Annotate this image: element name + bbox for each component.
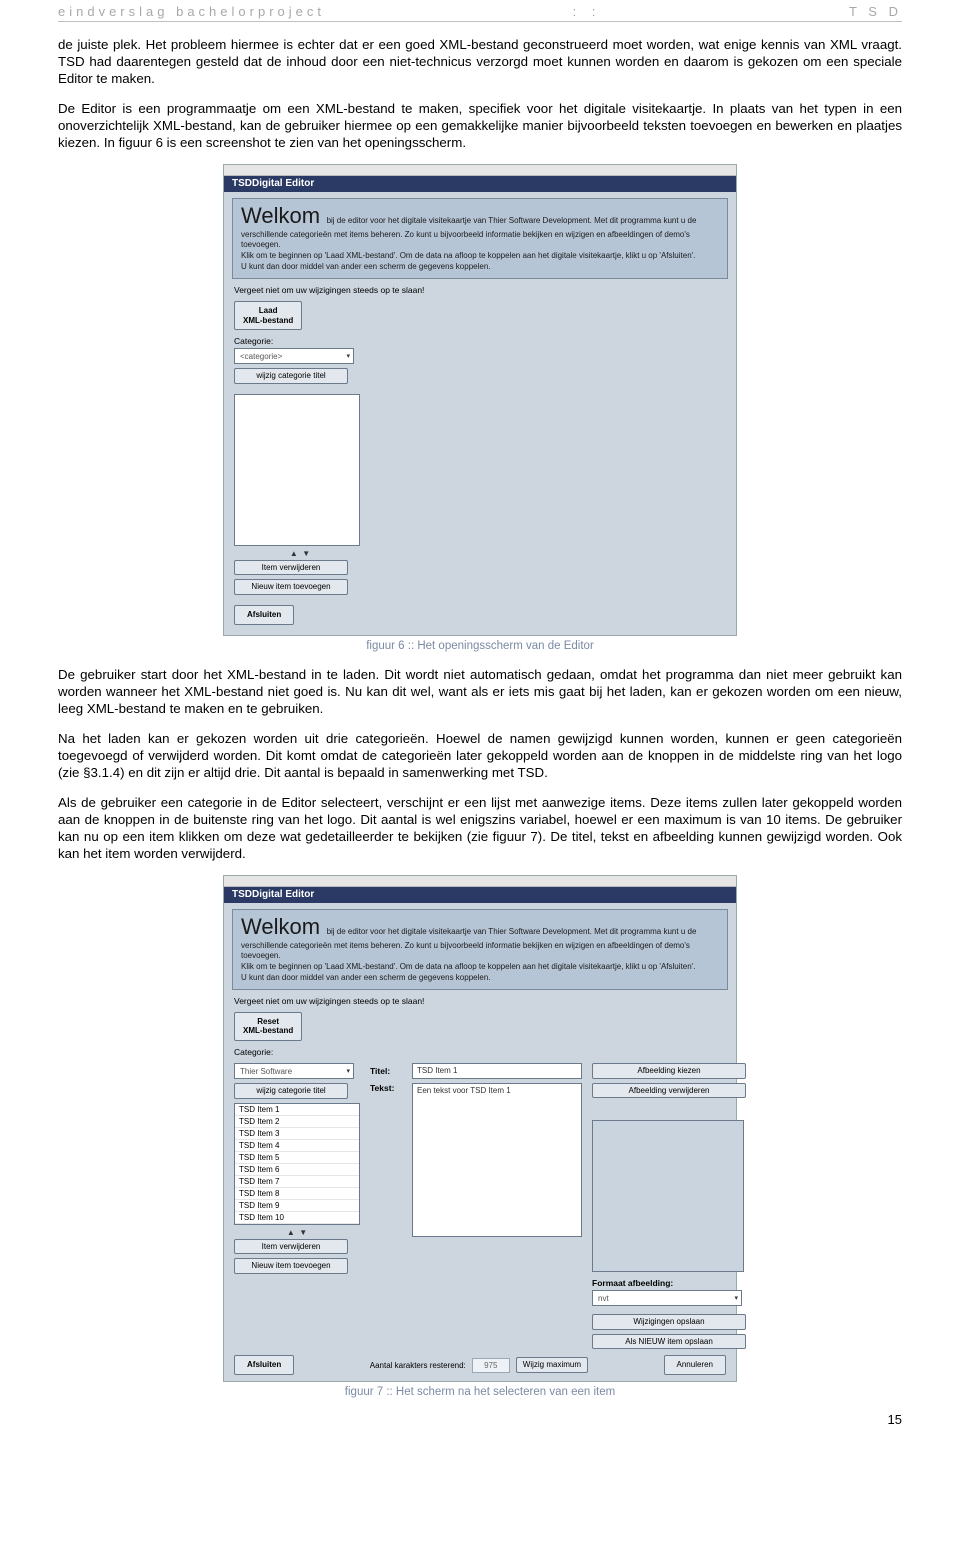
paragraph-2: De Editor is een programmaatje om een XM… [58,100,902,151]
shot2-category-label: Categorie: [234,1047,726,1057]
combo-value: <categorie> [240,352,282,361]
shot1-wijzig-categorie-button[interactable]: wijzig categorie titel [234,368,348,384]
shot1-afsluiten-button[interactable]: Afsluiten [234,605,294,625]
header-left: eindverslag bachelorproject [58,4,325,19]
als-nieuw-opslaan-button[interactable]: Als NIEUW item opslaan [592,1334,746,1350]
paragraph-1: de juiste plek. Het probleem hiermee is … [58,36,902,87]
chevron-down-icon: ▾ [346,1067,350,1075]
shot2-item-verwijderen-button[interactable]: Item verwijderen [234,1239,348,1255]
shot2-app-titlebar: TSDDigital Editor [224,887,736,903]
shot1-category-label: Categorie: [234,336,726,346]
karakters-label: Aantal karakters resterend: [370,1361,466,1370]
welkom-line4: U kunt dan door middel van ander een sch… [241,262,719,272]
figure-7-caption: figuur 7 :: Het scherm na het selecteren… [58,1386,902,1398]
annuleren-button[interactable]: Annuleren [664,1355,726,1375]
reset-xml-button[interactable]: Reset XML-bestand [234,1012,302,1041]
header-right: T S D [849,4,902,19]
formaat-combo[interactable]: nvt ▾ [592,1290,742,1306]
wijzigingen-opslaan-button[interactable]: Wijzigingen opslaan [592,1314,746,1330]
afbeelding-preview [592,1120,744,1272]
welkom-line3: Klik om te beginnen op 'Laad XML-bestand… [241,251,719,261]
list-item[interactable]: TSD Item 7 [235,1176,359,1188]
list-item[interactable]: TSD Item 5 [235,1152,359,1164]
welkom-line3: Klik om te beginnen op 'Laad XML-bestand… [241,962,719,972]
afbeelding-verwijderen-button[interactable]: Afbeelding verwijderen [592,1083,746,1099]
figure-6-caption: figuur 6 :: Het openingsscherm van de Ed… [58,640,902,652]
shot1-tip-text: Vergeet niet om uw wijzigingen steeds op… [234,285,726,295]
afbeelding-kiezen-button[interactable]: Afbeelding kiezen [592,1063,746,1079]
shot1-system-menubar [224,165,736,176]
chevron-down-icon: ▾ [346,352,350,360]
list-item[interactable]: TSD Item 4 [235,1140,359,1152]
shot2-wijzig-categorie-button[interactable]: wijzig categorie titel [234,1083,348,1099]
welkom-heading: Welkom [241,203,320,228]
reset-line1: Reset [257,1017,279,1026]
list-item[interactable]: TSD Item 3 [235,1128,359,1140]
combo-value: Thier Software [240,1067,292,1076]
paragraph-5: Als de gebruiker een categorie in de Edi… [58,794,902,862]
list-item[interactable]: TSD Item 1 [235,1104,359,1116]
combo-value: nvt [598,1294,609,1303]
shot1-category-combo[interactable]: <categorie> ▾ [234,348,354,364]
welkom-subline: bij de editor voor het digitale visiteka… [327,927,697,936]
paragraph-4: Na het laden kan er gekozen worden uit d… [58,730,902,781]
shot2-afsluiten-button[interactable]: Afsluiten [234,1355,294,1375]
titel-label: Titel: [370,1066,406,1076]
header-divider [58,21,902,22]
laad-xml-button[interactable]: Laad XML-bestand [234,301,302,330]
shot1-app-titlebar: TSDDigital Editor [224,176,736,192]
shot1-welkom-panel: Welkom bij de editor voor het digitale v… [232,198,728,279]
shot2-reorder-arrows[interactable]: ▲ ▼ [234,1228,360,1237]
list-item[interactable]: TSD Item 10 [235,1212,359,1224]
header-mid: : : [573,4,602,19]
welkom-line4: U kunt dan door middel van ander een sch… [241,973,719,983]
list-item[interactable]: TSD Item 9 [235,1200,359,1212]
tekst-label: Tekst: [370,1083,406,1093]
page-header: eindverslag bachelorproject : : T S D [58,0,902,21]
shot1-items-listbox[interactable] [234,394,360,546]
chevron-down-icon: ▾ [734,1294,738,1302]
shot1-item-verwijderen-button[interactable]: Item verwijderen [234,560,348,576]
titel-input[interactable]: TSD Item 1 [412,1063,582,1079]
paragraph-3: De gebruiker start door het XML-bestand … [58,666,902,717]
karakters-value: 975 [472,1358,510,1373]
list-item[interactable]: TSD Item 2 [235,1116,359,1128]
page-number: 15 [58,1412,902,1427]
shot1-reorder-arrows[interactable]: ▲ ▼ [234,549,366,558]
shot1-nieuw-item-button[interactable]: Nieuw item toevoegen [234,579,348,595]
shot2-system-menubar [224,876,736,887]
welkom-heading: Welkom [241,914,320,939]
list-item[interactable]: TSD Item 6 [235,1164,359,1176]
welkom-subline: bij de editor voor het digitale visiteka… [327,216,697,225]
formaat-label: Formaat afbeelding: [592,1278,746,1288]
laad-line1: Laad [259,306,278,315]
laad-line2: XML-bestand [243,316,293,325]
tekst-textarea[interactable]: Een tekst voor TSD Item 1 [412,1083,582,1237]
shot2-nieuw-item-button[interactable]: Nieuw item toevoegen [234,1258,348,1274]
figure-7-screenshot: TSDDigital Editor Welkom bij de editor v… [223,875,737,1382]
wijzig-maximum-button[interactable]: Wijzig maximum [516,1357,588,1373]
welkom-line2: verschillende categorieën met items behe… [241,230,719,250]
reset-line2: XML-bestand [243,1026,293,1035]
figure-6-screenshot: TSDDigital Editor Welkom bij de editor v… [223,164,737,636]
welkom-line2: verschillende categorieën met items behe… [241,941,719,961]
shot2-welkom-panel: Welkom bij de editor voor het digitale v… [232,909,728,990]
shot2-category-combo[interactable]: Thier Software ▾ [234,1063,354,1079]
list-item[interactable]: TSD Item 8 [235,1188,359,1200]
shot2-tip-text: Vergeet niet om uw wijzigingen steeds op… [234,996,726,1006]
shot2-items-listbox[interactable]: TSD Item 1 TSD Item 2 TSD Item 3 TSD Ite… [234,1103,360,1225]
